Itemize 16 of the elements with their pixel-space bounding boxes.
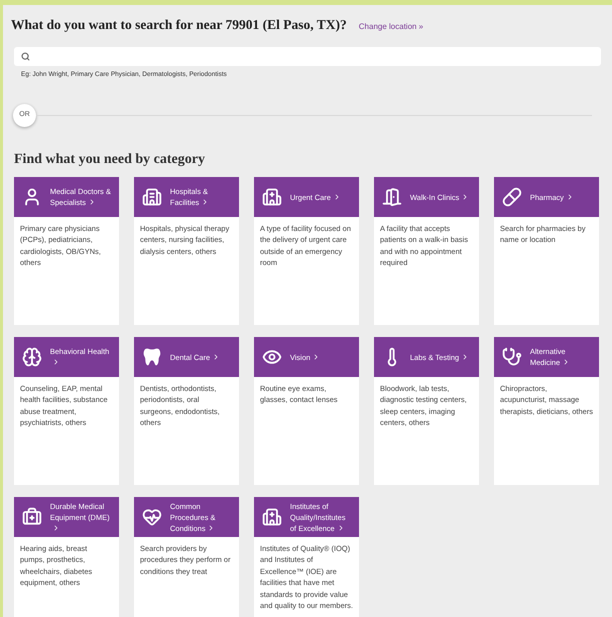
search-field[interactable] [14,47,601,66]
page-title: What do you want to search for near 79901 (El Paso, TX)? [11,16,347,34]
chevron-icon [52,358,60,366]
change-location-link[interactable]: Change location » [358,21,424,33]
tooth-icon [142,347,162,367]
door-icon [382,187,402,207]
chevron-icon [52,524,60,532]
hospital-icon [262,507,282,527]
section-title: Find what you need by category [14,151,206,169]
stethoscope-icon [502,347,522,367]
search-icon [21,52,30,62]
hospital-icon [262,187,282,207]
medical-bag-icon [22,507,42,527]
pill-icon [502,187,522,207]
heart-pulse-icon [142,507,162,527]
buildings-icon [142,187,162,207]
